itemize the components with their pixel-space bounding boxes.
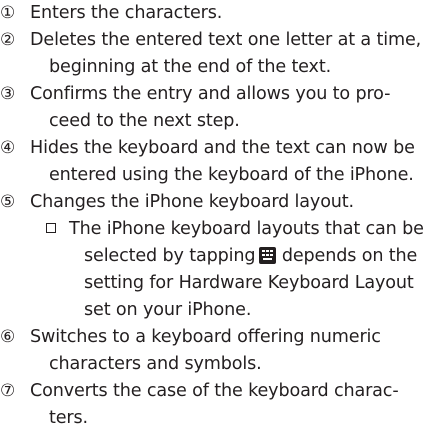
note-line-4: set on your iPhone. xyxy=(84,300,252,320)
item-6-line-2: characters and symbols. xyxy=(49,354,262,374)
note-line-3: setting for Hardware Keyboard Layout xyxy=(84,273,414,293)
item-4-line-2: entered using the keyboard of the iPhone… xyxy=(49,165,414,185)
item-number-1: ① xyxy=(0,3,16,23)
item-2-line-1: Deletes the entered text one letter at a… xyxy=(30,30,422,50)
item-3-line-2: ceed to the next step. xyxy=(49,111,240,131)
item-number-2: ② xyxy=(0,30,16,50)
item-1-line-1: Enters the characters. xyxy=(30,3,223,23)
item-number-6: ⑥ xyxy=(0,327,16,347)
item-6-line-1: Switches to a keyboard offering numeric xyxy=(30,327,381,347)
note-line-2-after: depends on the xyxy=(276,246,418,266)
item-number-7: ⑦ xyxy=(0,381,16,401)
item-number-4: ④ xyxy=(0,138,16,158)
item-number-5: ⑤ xyxy=(0,192,16,212)
item-number-3: ③ xyxy=(0,84,16,104)
keyboard-layout-icon xyxy=(259,247,277,264)
item-5-line-1: Changes the iPhone keyboard layout. xyxy=(30,192,354,212)
manual-page: ① Enters the characters. ② Deletes the e… xyxy=(0,0,439,437)
note-line-2: selected by tapping depends on the xyxy=(69,243,439,270)
item-2-line-2: beginning at the end of the text. xyxy=(49,57,332,77)
note-checkbox-icon xyxy=(46,223,56,233)
note-line-1: The iPhone keyboard layouts that can be xyxy=(69,219,424,239)
item-3-line-1: Confirms the entry and allows you to pro… xyxy=(30,84,391,104)
item-7-line-1: Converts the case of the keyboard charac… xyxy=(30,381,399,401)
note-line-2-before: selected by tapping xyxy=(84,246,256,266)
item-7-line-2: ters. xyxy=(49,408,88,428)
item-4-line-1: Hides the keyboard and the text can now … xyxy=(30,138,415,158)
